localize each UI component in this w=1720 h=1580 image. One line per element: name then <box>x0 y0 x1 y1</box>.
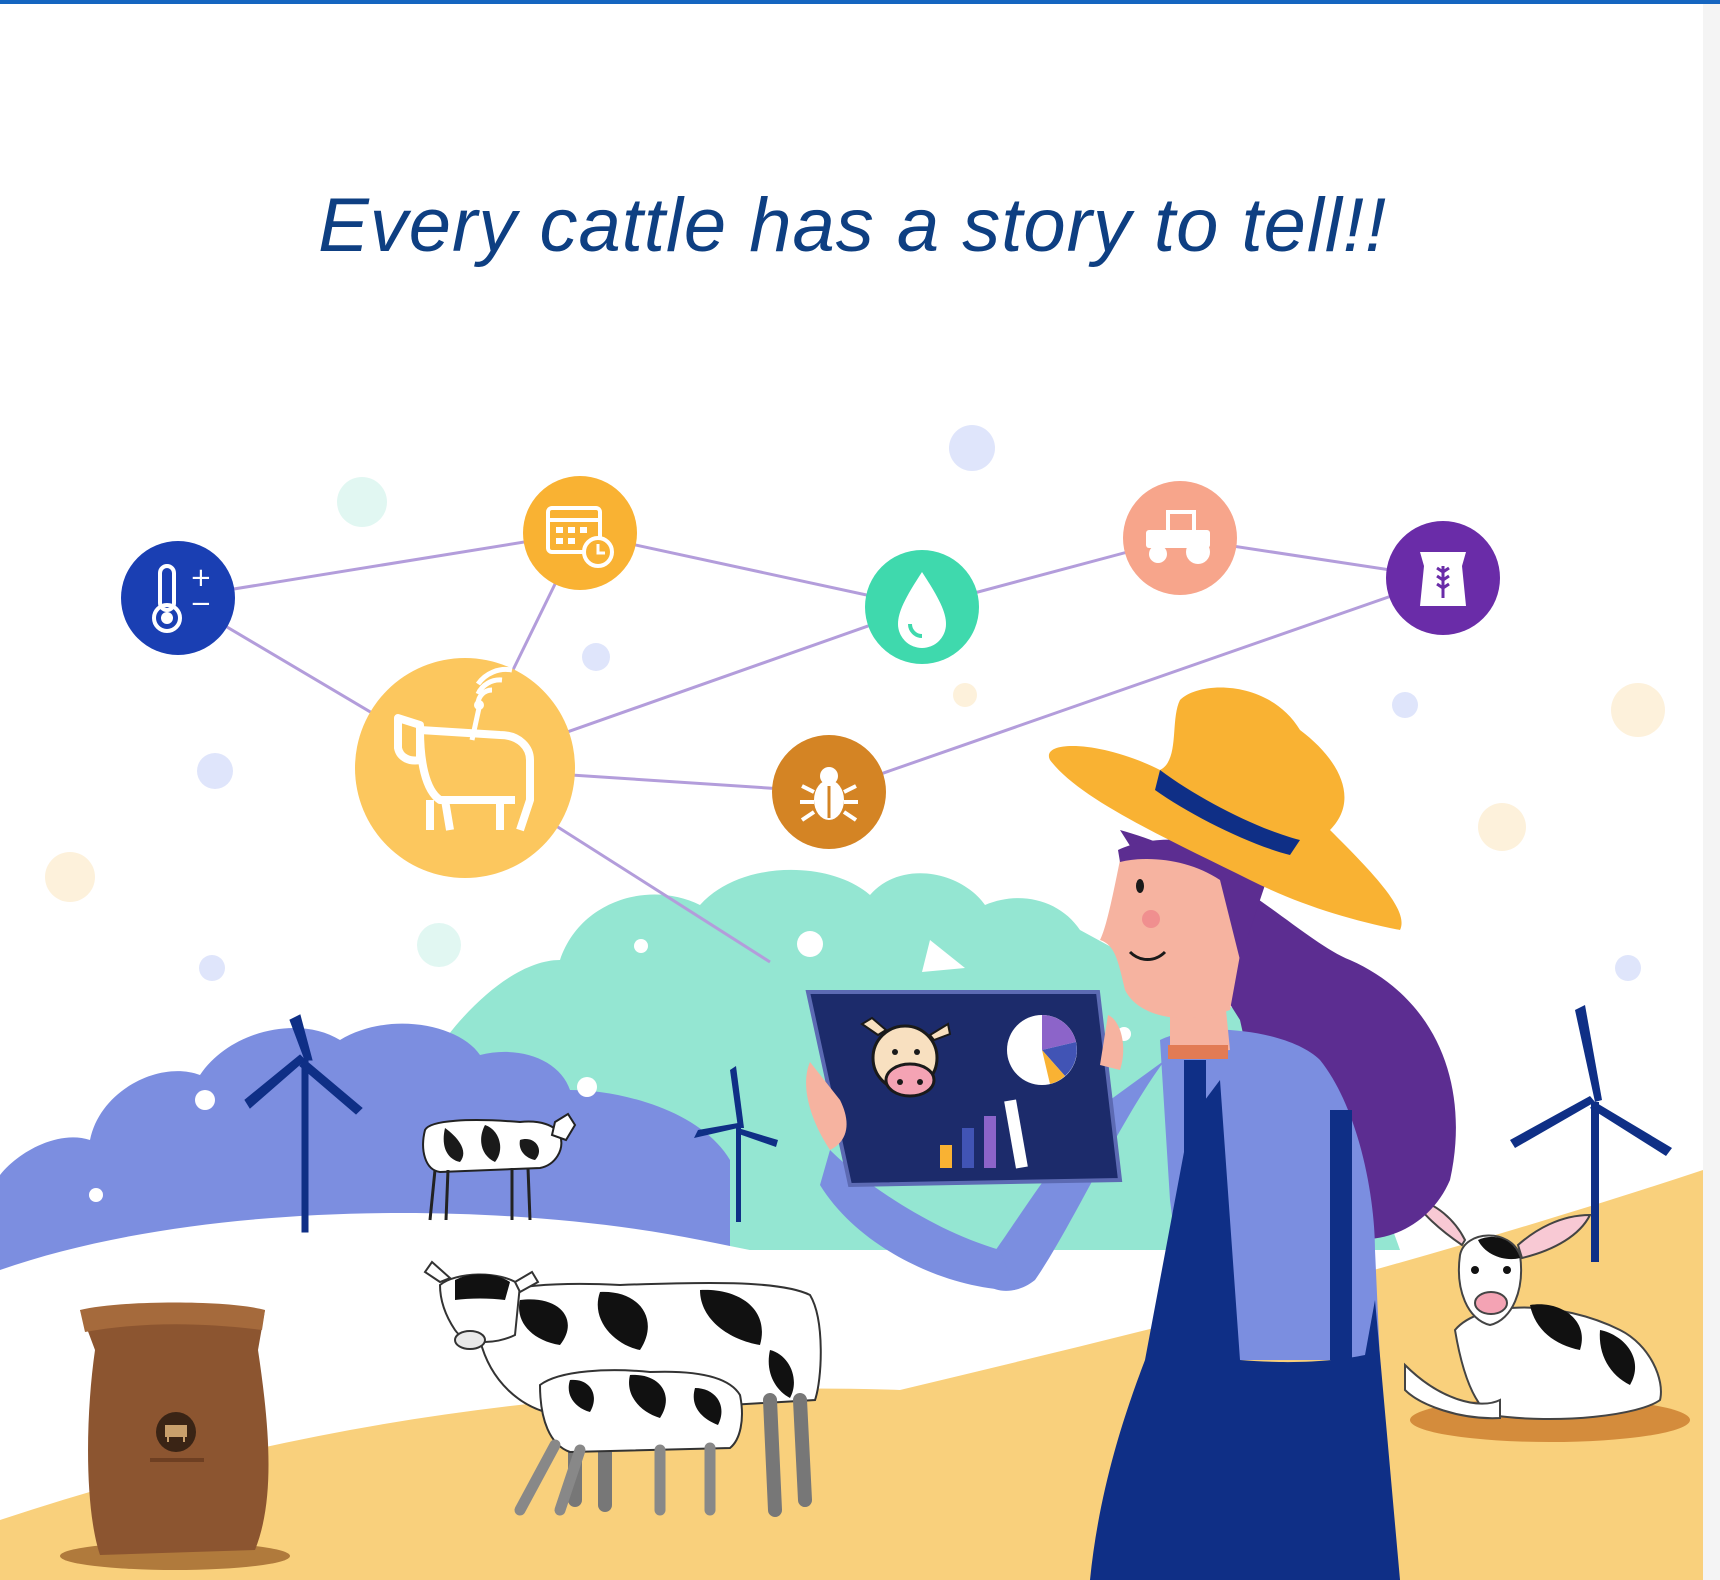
pie-chart-icon <box>1007 1015 1077 1085</box>
illustration: + − <box>0 425 1703 1580</box>
feed-sack-icon <box>1386 521 1500 635</box>
tractor-icon <box>1123 481 1237 595</box>
calendar-clock-icon <box>523 476 637 590</box>
scrollbar-track[interactable] <box>1703 4 1720 1580</box>
temperature-icon: + − <box>121 541 235 655</box>
bug-icon <box>772 735 886 849</box>
feed-sack <box>60 1302 290 1570</box>
svg-text:−: − <box>190 589 212 619</box>
tablet <box>805 990 1124 1188</box>
water-drop-icon <box>865 550 979 664</box>
connected-cow-icon <box>355 658 575 878</box>
